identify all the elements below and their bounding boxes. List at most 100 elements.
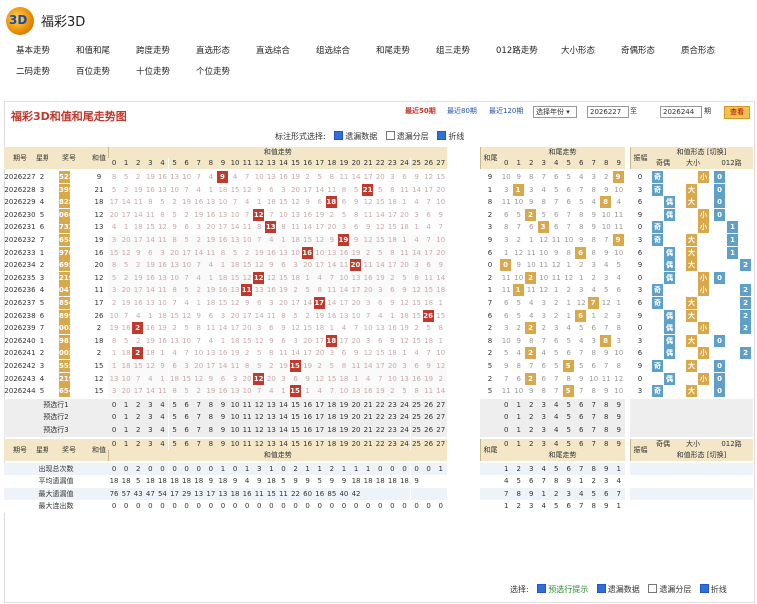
presel-tail-cell[interactable]: 0 (500, 398, 513, 412)
presel-cell[interactable]: 19 (337, 411, 350, 424)
nav-item[interactable]: 十位走势 (136, 65, 170, 77)
presel-cell[interactable]: 24 (398, 424, 411, 437)
presel-cell[interactable]: 22 (374, 424, 387, 437)
header-period[interactable]: 期号 (4, 147, 36, 169)
presel-cell[interactable]: 19 (337, 424, 350, 437)
presel-cell[interactable]: 10 (229, 411, 242, 424)
recent-50-link[interactable]: 最近50期 (405, 106, 436, 116)
nav-item[interactable]: 大小形态 (561, 44, 595, 56)
presel-tail-cell[interactable]: 9 (612, 398, 625, 412)
presel-cell[interactable]: 18 (325, 398, 338, 412)
nav-item[interactable]: 012路走势 (496, 44, 538, 56)
presel-cell[interactable]: 17 (313, 398, 326, 412)
presel-cell[interactable]: 26 (422, 411, 435, 424)
presel-cell[interactable]: 12 (253, 411, 266, 424)
presel-cell[interactable]: 5 (168, 424, 181, 437)
recent-80-link[interactable]: 最近80期 (447, 106, 477, 116)
presel-cell[interactable]: 6 (180, 411, 193, 424)
presel-tail-cell[interactable]: 4 (550, 398, 563, 412)
presel-cell[interactable]: 26 (422, 398, 435, 412)
presel-cell[interactable]: 20 (350, 398, 363, 412)
nav-item[interactable]: 质合形态 (681, 44, 715, 56)
presel-cell[interactable]: 12 (253, 424, 266, 437)
presel-cell[interactable]: 3 (144, 411, 157, 424)
presel-label[interactable]: 预选行3 (4, 424, 108, 437)
presel-cell[interactable]: 15 (289, 398, 302, 412)
presel-cell[interactable]: 2 (132, 424, 145, 437)
presel-tail-cell[interactable]: 5 (562, 424, 575, 437)
presel-tail-cell[interactable]: 0 (500, 411, 513, 424)
presel-tail-cell[interactable]: 7 (587, 411, 600, 424)
presel-cell[interactable]: 8 (204, 411, 217, 424)
presel-cell[interactable]: 26 (422, 424, 435, 437)
nav-item[interactable]: 组选综合 (316, 44, 350, 56)
nav-item[interactable]: 百位走势 (76, 65, 110, 77)
nav-item[interactable]: 基本走势 (16, 44, 50, 56)
presel-cell[interactable]: 21 (362, 398, 375, 412)
presel-cell[interactable]: 19 (337, 398, 350, 412)
presel-cell[interactable]: 3 (144, 424, 157, 437)
presel-tail-cell[interactable]: 5 (562, 411, 575, 424)
presel-cell[interactable]: 8 (204, 398, 217, 412)
option-layer-checkbox[interactable] (385, 131, 395, 140)
nav-item[interactable]: 和尾走势 (376, 44, 410, 56)
presel-tail-cell[interactable]: 9 (612, 411, 625, 424)
footer-line-checkbox[interactable] (699, 584, 709, 593)
presel-cell[interactable]: 2 (132, 398, 145, 412)
footer-missing-checkbox[interactable] (596, 584, 606, 593)
nav-item[interactable]: 二码走势 (16, 65, 50, 77)
presel-cell[interactable]: 20 (350, 424, 363, 437)
presel-cell[interactable]: 0 (108, 398, 121, 412)
presel-tail-cell[interactable]: 3 (537, 424, 550, 437)
presel-cell[interactable]: 25 (410, 411, 423, 424)
presel-cell[interactable]: 4 (156, 398, 169, 412)
presel-tail-cell[interactable]: 6 (575, 424, 588, 437)
presel-cell[interactable]: 27 (434, 424, 447, 437)
presel-tail-cell[interactable]: 4 (550, 411, 563, 424)
presel-tail-cell[interactable]: 1 (512, 424, 525, 437)
presel-cell[interactable]: 23 (386, 424, 399, 437)
presel-cell[interactable]: 13 (265, 398, 278, 412)
year-select[interactable]: 选择年份 ▾ (533, 106, 577, 118)
presel-cell[interactable]: 16 (301, 424, 314, 437)
presel-shape-cell[interactable] (630, 424, 753, 437)
presel-tail-cell[interactable]: 2 (525, 424, 538, 437)
presel-cell[interactable]: 18 (325, 411, 338, 424)
presel-cell[interactable]: 21 (362, 411, 375, 424)
presel-cell[interactable]: 0 (108, 424, 121, 437)
presel-cell[interactable]: 17 (313, 411, 326, 424)
presel-cell[interactable]: 25 (410, 398, 423, 412)
presel-tail-cell[interactable]: 3 (537, 411, 550, 424)
presel-cell[interactable]: 9 (216, 411, 229, 424)
presel-cell[interactable]: 10 (229, 424, 242, 437)
footer-header-period[interactable]: 期号 (4, 438, 36, 461)
recent-120-link[interactable]: 最近120期 (489, 106, 523, 116)
presel-cell[interactable]: 11 (241, 411, 254, 424)
presel-cell[interactable]: 13 (265, 424, 278, 437)
option-line-checkbox[interactable] (437, 131, 447, 140)
presel-tail-cell[interactable]: 6 (575, 411, 588, 424)
presel-tail-cell[interactable]: 8 (600, 424, 613, 437)
nav-item[interactable]: 跨度走势 (136, 44, 170, 56)
presel-cell[interactable]: 25 (410, 424, 423, 437)
presel-tail-cell[interactable]: 7 (587, 398, 600, 412)
presel-cell[interactable]: 23 (386, 398, 399, 412)
presel-tail-cell[interactable]: 7 (587, 424, 600, 437)
presel-tail-cell[interactable]: 8 (600, 411, 613, 424)
presel-cell[interactable]: 5 (168, 398, 181, 412)
nav-item[interactable]: 奇偶形态 (621, 44, 655, 56)
presel-cell[interactable]: 16 (301, 411, 314, 424)
presel-label[interactable]: 预选行2 (4, 411, 108, 424)
presel-cell[interactable]: 16 (301, 398, 314, 412)
footer-header-shape[interactable]: 和值形态 [切换] (650, 449, 753, 461)
header-shape[interactable]: 和值形态 [切换] (650, 147, 753, 158)
presel-cell[interactable]: 24 (398, 411, 411, 424)
presel-cell[interactable]: 6 (180, 424, 193, 437)
presel-tail-cell[interactable]: 4 (550, 424, 563, 437)
footer-layer-checkbox[interactable] (648, 584, 658, 593)
nav-item[interactable]: 直选综合 (256, 44, 290, 56)
presel-cell[interactable]: 12 (253, 398, 266, 412)
from-input[interactable]: 2026227 (587, 106, 629, 118)
presel-cell[interactable]: 3 (144, 398, 157, 412)
presel-cell[interactable]: 18 (325, 424, 338, 437)
